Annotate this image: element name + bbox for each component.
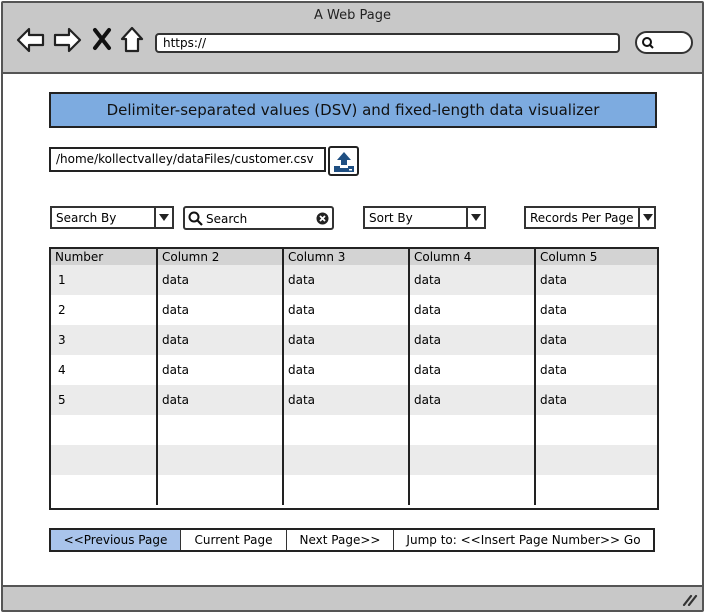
table-cell — [157, 445, 284, 475]
app-header: Delimiter-separated values (DSV) and fix… — [49, 92, 657, 128]
search-icon — [188, 211, 203, 226]
column-header[interactable]: Column 4 — [409, 249, 536, 265]
sort-by-dropdown[interactable]: Sort By — [363, 206, 486, 229]
next-page-button[interactable]: Next Page>> — [287, 530, 394, 550]
browser-window: A Web Page https:// Delimiter-separated … — [1, 1, 704, 612]
table-cell: data — [535, 385, 657, 415]
url-bar[interactable]: https:// — [155, 33, 620, 53]
table-cell: data — [409, 355, 536, 385]
column-header[interactable]: Column 5 — [535, 249, 657, 265]
table-cell: data — [283, 385, 410, 415]
table-cell — [535, 445, 657, 475]
clear-icon[interactable] — [316, 212, 329, 225]
data-table: Number Column 2 Column 3 Column 4 Column… — [49, 247, 659, 510]
records-per-page-dropdown[interactable]: Records Per Page — [524, 206, 656, 229]
table-cell: data — [535, 295, 657, 325]
table-cell — [283, 445, 410, 475]
table-cell: data — [283, 325, 410, 355]
previous-page-button[interactable]: <<Previous Page — [51, 530, 181, 550]
stop-close-icon[interactable] — [90, 25, 120, 55]
browser-titlebar: A Web Page https:// — [3, 3, 702, 74]
chevron-down-icon — [638, 208, 654, 227]
jump-to-page-button[interactable]: Jump to: <<Insert Page Number>> Go — [394, 530, 653, 550]
column-header[interactable]: Column 3 — [283, 249, 410, 265]
sort-by-label: Sort By — [369, 211, 413, 225]
records-per-page-label: Records Per Page — [530, 211, 634, 225]
table-cell — [409, 445, 536, 475]
table-cell — [535, 415, 657, 445]
chevron-down-icon — [466, 208, 484, 227]
table-cell — [535, 475, 657, 505]
browser-search-button[interactable] — [635, 31, 693, 54]
table-cell: 2 — [51, 295, 158, 325]
current-page-button[interactable]: Current Page — [181, 530, 287, 550]
table-cell: data — [157, 265, 284, 295]
chevron-down-icon — [154, 208, 172, 227]
upload-button[interactable] — [328, 146, 359, 176]
table-cell: data — [283, 355, 410, 385]
table-row[interactable] — [51, 415, 657, 445]
forward-arrow-icon[interactable] — [52, 25, 82, 55]
home-icon[interactable] — [118, 25, 148, 55]
table-cell — [51, 415, 158, 445]
table-cell — [51, 475, 158, 505]
search-icon — [642, 37, 654, 49]
table-cell: 4 — [51, 355, 158, 385]
table-cell: data — [157, 325, 284, 355]
table-cell — [409, 475, 536, 505]
search-by-dropdown[interactable]: Search By — [50, 206, 174, 229]
table-cell: data — [283, 265, 410, 295]
table-row[interactable]: 3 data data data data — [51, 325, 657, 355]
table-cell — [51, 445, 158, 475]
table-cell: 1 — [51, 265, 158, 295]
table-cell — [409, 415, 536, 445]
table-cell: data — [157, 295, 284, 325]
table-cell — [283, 475, 410, 505]
table-row[interactable] — [51, 475, 657, 505]
table-cell: 5 — [51, 385, 158, 415]
table-cell: data — [535, 265, 657, 295]
table-cell: data — [157, 355, 284, 385]
column-header[interactable]: Column 2 — [157, 249, 284, 265]
table-cell: data — [535, 325, 657, 355]
table-cell: data — [283, 295, 410, 325]
table-cell — [157, 475, 284, 505]
search-input[interactable]: Search — [183, 206, 334, 230]
table-cell: data — [409, 295, 536, 325]
table-row[interactable]: 4 data data data data — [51, 355, 657, 385]
file-path-field[interactable]: /home/kollectvalley/dataFiles/customer.c… — [49, 147, 326, 172]
window-title: A Web Page — [314, 8, 391, 23]
back-arrow-icon[interactable] — [16, 25, 46, 55]
table-cell: 3 — [51, 325, 158, 355]
table-cell: data — [157, 385, 284, 415]
table-cell — [157, 415, 284, 445]
table-cell: data — [409, 385, 536, 415]
table-cell: data — [535, 355, 657, 385]
table-row[interactable]: 5 data data data data — [51, 385, 657, 415]
search-placeholder: Search — [206, 212, 248, 226]
table-header-row: Number Column 2 Column 3 Column 4 Column… — [51, 249, 657, 265]
table-row[interactable]: 1 data data data data — [51, 265, 657, 295]
table-row[interactable] — [51, 445, 657, 475]
pagination-bar: <<Previous Page Current Page Next Page>>… — [49, 528, 655, 552]
table-cell: data — [409, 325, 536, 355]
resize-grip-icon[interactable] — [682, 592, 698, 606]
search-by-label: Search By — [56, 211, 117, 225]
column-header[interactable]: Number — [51, 249, 158, 265]
browser-statusbar — [3, 585, 702, 610]
upload-icon — [334, 152, 354, 172]
table-cell: data — [409, 265, 536, 295]
table-cell — [283, 415, 410, 445]
table-row[interactable]: 2 data data data data — [51, 295, 657, 325]
